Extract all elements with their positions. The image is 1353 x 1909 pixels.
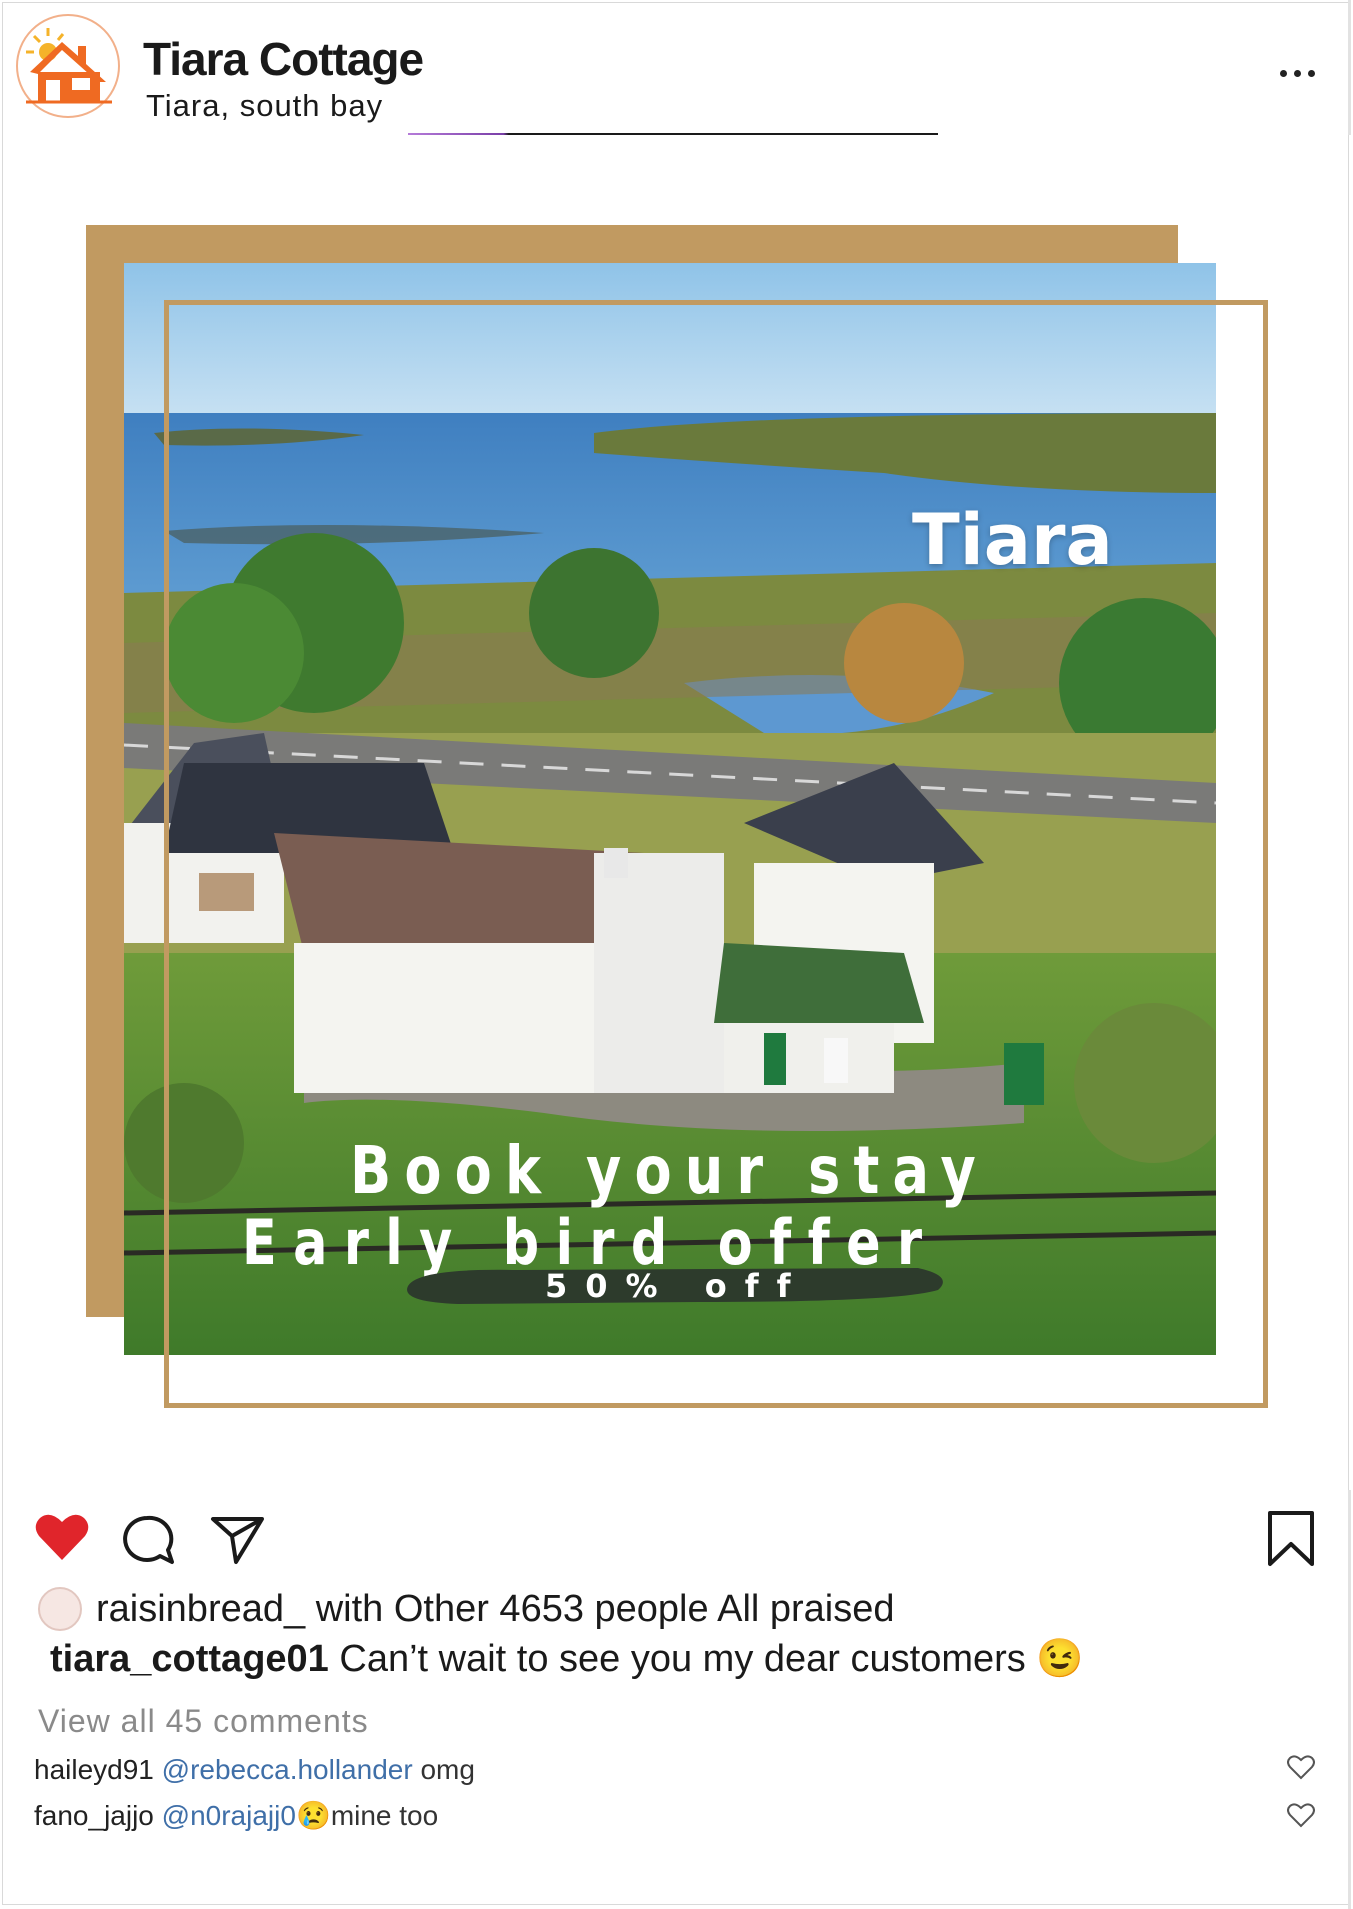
- comment-row: haileyd91 @rebecca.hollander omg: [34, 1756, 475, 1784]
- like-comment-heart-icon[interactable]: [1287, 1754, 1315, 1780]
- comment-username[interactable]: haileyd91: [34, 1754, 154, 1785]
- bookmark-icon[interactable]: [1266, 1510, 1316, 1568]
- header-divider: [408, 133, 938, 135]
- wink-emoji-icon: 😉: [1036, 1638, 1084, 1680]
- account-name[interactable]: Tiara Cottage: [143, 36, 424, 82]
- scrollbar-track-bottom: [1348, 1490, 1351, 1909]
- comment-bubble-icon[interactable]: [120, 1514, 176, 1566]
- place-label: Tiara: [912, 499, 1113, 581]
- heart-icon[interactable]: [34, 1512, 90, 1562]
- comment-text: omg: [420, 1754, 475, 1785]
- caption-text: Can’t wait to see you my dear customers: [339, 1638, 1026, 1680]
- account-avatar[interactable]: [16, 14, 120, 118]
- comment-mention[interactable]: @n0rajajj0: [162, 1800, 296, 1831]
- more-options-icon[interactable]: [1278, 62, 1318, 86]
- house-sun-icon: [26, 28, 112, 104]
- comment-username[interactable]: fano_jajjo: [34, 1800, 154, 1831]
- sad-emoji-icon: 😢: [295, 1800, 331, 1831]
- likes-summary[interactable]: raisinbread_ with Other 4653 people All …: [38, 1587, 895, 1631]
- comment-row: fano_jajjo @n0rajajj0😢mine too: [34, 1802, 438, 1830]
- caption-username[interactable]: tiara_cottage01: [50, 1638, 329, 1680]
- scrollbar-track-top: [1348, 0, 1351, 135]
- comment-mention[interactable]: @rebecca.hollander: [162, 1754, 413, 1785]
- view-all-comments-link[interactable]: View all 45 comments: [38, 1705, 369, 1737]
- discount-text: 50% off: [545, 1267, 809, 1305]
- comment-text: mine too: [330, 1800, 439, 1831]
- likes-text: with Other 4653 people All praised: [315, 1588, 895, 1630]
- liker-username[interactable]: raisinbread_: [96, 1590, 305, 1628]
- liker-avatar[interactable]: [38, 1587, 82, 1631]
- like-comment-heart-icon[interactable]: [1287, 1802, 1315, 1828]
- paper-plane-icon[interactable]: [210, 1514, 266, 1566]
- caption: tiara_cottage01 Can’t wait to see you my…: [50, 1640, 1084, 1678]
- headline-text: Book your stay: [350, 1132, 989, 1209]
- location-label[interactable]: Tiara, south bay: [146, 90, 383, 121]
